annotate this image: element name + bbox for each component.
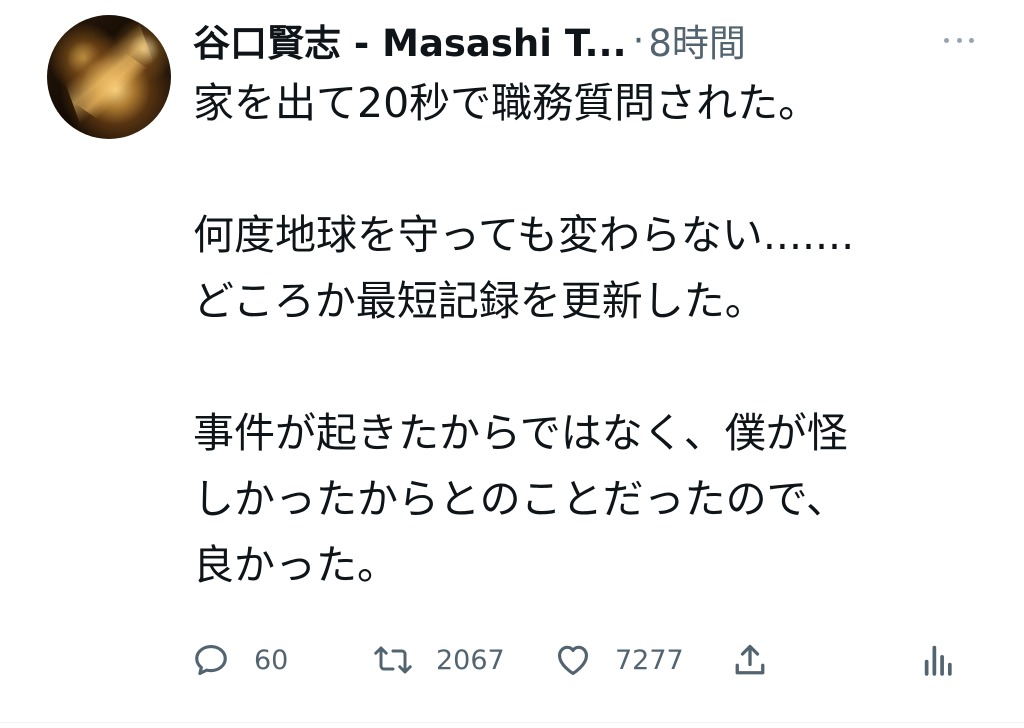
retweet-button[interactable]: 2067 (372, 636, 505, 684)
like-count: 7277 (615, 644, 684, 676)
like-button[interactable]: 7277 (553, 636, 684, 684)
author-name[interactable]: 谷口賢志 - Masashi T... (193, 13, 627, 67)
retweet-count: 2067 (436, 644, 505, 676)
bottom-divider (0, 722, 1024, 723)
tweet-body-line: しかったからとのことだったので、 (193, 475, 847, 523)
tweet-timestamp[interactable]: 8時間 (648, 13, 746, 67)
tweet-actions: 60 2067 7277 (192, 636, 972, 684)
header-separator: · (632, 18, 645, 62)
analytics-bars-icon (922, 641, 956, 679)
more-horizontal-icon[interactable] (944, 30, 974, 50)
share-button[interactable] (732, 636, 768, 684)
tweet-body-line: どころか最短記録を更新した。 (193, 277, 766, 325)
share-upload-icon (732, 641, 768, 679)
tweet-body-line: 良かった。 (193, 541, 398, 589)
reply-button[interactable]: 60 (192, 636, 288, 684)
tweet-body-line: 何度地球を守っても変わらない....... (193, 211, 855, 259)
tweet-body-line: 事件が起きたからではなく、僕が怪 (193, 409, 848, 457)
analytics-button[interactable] (922, 636, 956, 684)
tweet-body-line (193, 136, 993, 202)
heart-icon (553, 641, 593, 679)
tweet-body: 家を出て20秒で職務質問された。 何度地球を守っても変わらない....... ど… (193, 70, 993, 598)
reply-bubble-icon (192, 641, 230, 679)
tweet-card[interactable]: 谷口賢志 - Masashi T... · 8時間 家を出て20秒で職務質問され… (0, 0, 1024, 728)
tweet-body-line (193, 334, 993, 400)
reply-count: 60 (254, 644, 289, 676)
retweet-icon (372, 641, 414, 679)
tweet-body-line: 家を出て20秒で職務質問された。 (193, 79, 820, 127)
tweet-header: 谷口賢志 - Masashi T... · 8時間 (193, 12, 746, 68)
avatar[interactable] (47, 15, 171, 139)
